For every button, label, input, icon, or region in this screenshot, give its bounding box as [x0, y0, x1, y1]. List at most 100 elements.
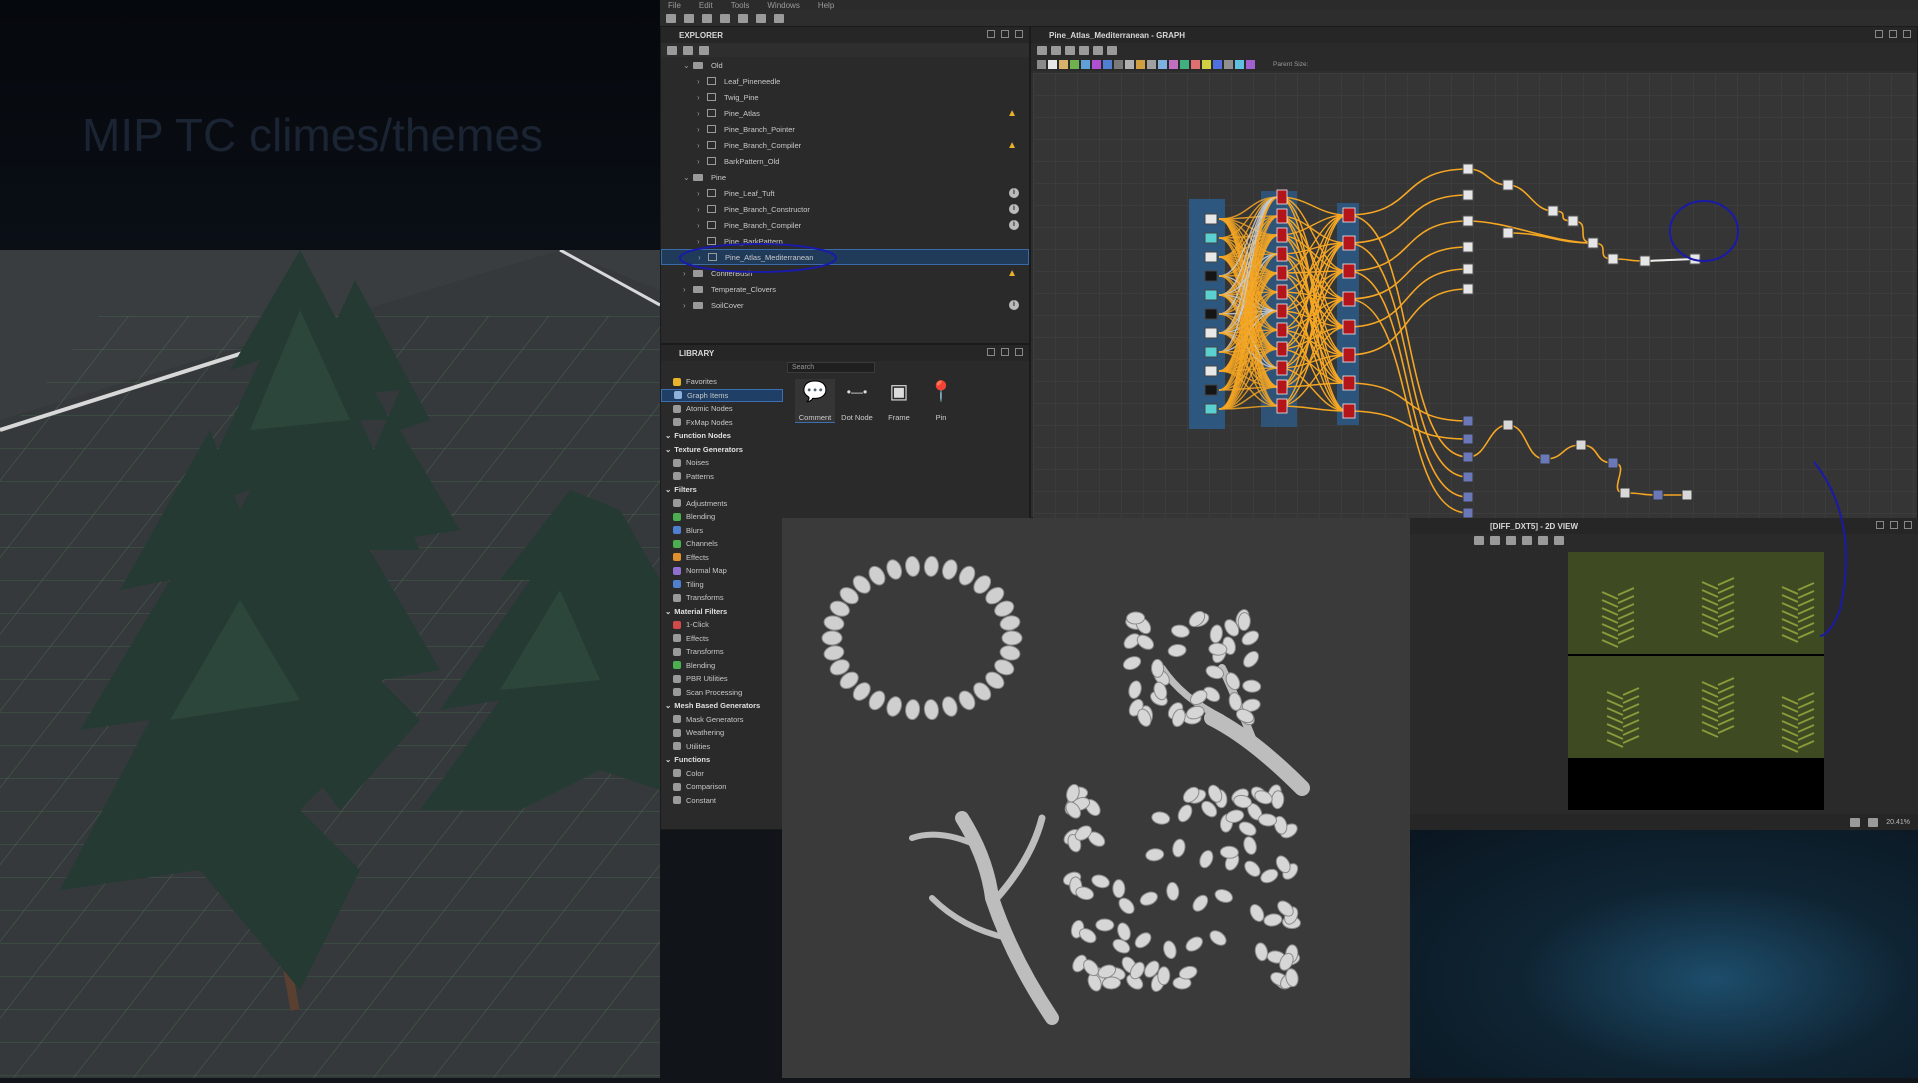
node-type-icon[interactable]	[1103, 59, 1112, 69]
library-category[interactable]: Favorites	[661, 375, 783, 389]
channels-icon[interactable]	[1522, 536, 1532, 545]
maximize-panel-icon[interactable]	[1890, 521, 1898, 529]
save-package-icon[interactable]	[699, 45, 709, 55]
chevron-down-icon[interactable]: ⌄	[665, 701, 671, 710]
explorer-row[interactable]: › Pine_BarkPattern	[661, 233, 1029, 249]
library-category[interactable]: Utilities	[661, 740, 783, 754]
chevron-down-icon[interactable]: ⌄	[665, 445, 671, 454]
chevron-right-icon[interactable]: ›	[683, 285, 693, 294]
library-category[interactable]: Color	[661, 767, 783, 781]
library-category[interactable]: ⌄ Mesh Based Generators	[661, 699, 783, 713]
library-category[interactable]: Effects	[661, 632, 783, 646]
explorer-row[interactable]: › Pine_Atlas_Mediterranean	[661, 249, 1029, 265]
explorer-row[interactable]: › Pine_Branch_Constructor i	[661, 201, 1029, 217]
close-panel-icon[interactable]	[1015, 30, 1023, 38]
chevron-right-icon[interactable]: ›	[697, 77, 707, 86]
tiling-icon[interactable]	[1868, 817, 1879, 827]
library-category[interactable]: 1-Click	[661, 618, 783, 632]
explorer-row[interactable]: ⌄ Old	[661, 57, 1029, 73]
library-category[interactable]: Normal Map	[661, 564, 783, 578]
library-category[interactable]: FxMap Nodes	[661, 416, 783, 430]
3d-viewport[interactable]	[0, 250, 660, 1078]
library-category[interactable]: Blending	[661, 659, 783, 673]
chevron-right-icon[interactable]: ›	[683, 301, 693, 310]
pin-panel-icon[interactable]	[1875, 30, 1883, 38]
menu-windows[interactable]: Windows	[767, 1, 799, 10]
chevron-down-icon[interactable]: ⌄	[683, 173, 693, 182]
histogram-icon[interactable]	[1554, 536, 1564, 545]
copy-icon[interactable]	[1474, 536, 1484, 545]
library-category[interactable]: Comparison	[661, 780, 783, 794]
library-category[interactable]: Channels	[661, 537, 783, 551]
chevron-right-icon[interactable]: ›	[697, 109, 707, 118]
node-type-icon[interactable]	[1037, 59, 1046, 69]
undo-icon[interactable]	[756, 13, 766, 23]
library-category[interactable]: ⌄ Functions	[661, 753, 783, 767]
pin-panel-icon[interactable]	[1876, 521, 1884, 529]
align-icon[interactable]	[1079, 45, 1089, 55]
node-type-icon[interactable]	[1136, 59, 1145, 69]
chevron-right-icon[interactable]: ›	[697, 125, 707, 134]
explorer-row[interactable]: › Pine_Leaf_Tuft i	[661, 185, 1029, 201]
chevron-right-icon[interactable]: ›	[683, 269, 693, 278]
chevron-down-icon[interactable]: ⌄	[665, 485, 671, 494]
maximize-panel-icon[interactable]	[1001, 348, 1009, 356]
chevron-right-icon[interactable]: ›	[698, 253, 708, 262]
library-category[interactable]: Weathering	[661, 726, 783, 740]
explorer-row[interactable]: › Pine_Branch_Compiler ▲	[661, 137, 1029, 153]
menu-tools[interactable]: Tools	[731, 1, 750, 10]
open-icon[interactable]	[720, 13, 730, 23]
new-package-icon[interactable]	[667, 45, 677, 55]
chevron-down-icon[interactable]: ⌄	[683, 61, 693, 70]
close-panel-icon[interactable]	[1903, 30, 1911, 38]
explorer-row[interactable]: › ConiferBush ▲	[661, 265, 1029, 281]
library-item[interactable]: •—• Dot Node	[837, 379, 877, 422]
chevron-right-icon[interactable]: ›	[697, 237, 707, 246]
export-icon[interactable]	[1506, 536, 1516, 545]
node-type-icon[interactable]	[1125, 59, 1134, 69]
chevron-right-icon[interactable]: ›	[697, 93, 707, 102]
library-item[interactable]: ▣ Frame	[879, 379, 919, 422]
node-type-icon[interactable]	[1191, 59, 1200, 69]
library-category[interactable]: Blending	[661, 510, 783, 524]
link-icon[interactable]	[1093, 45, 1103, 55]
maximize-panel-icon[interactable]	[1889, 30, 1897, 38]
new-package-icon[interactable]	[684, 13, 694, 23]
node-type-icon[interactable]	[1202, 59, 1211, 69]
node-type-icon[interactable]	[1081, 59, 1090, 69]
node-type-icon[interactable]	[1092, 59, 1101, 69]
chevron-right-icon[interactable]: ›	[697, 205, 707, 214]
explorer-row[interactable]: › Pine_Branch_Compiler i	[661, 217, 1029, 233]
library-category[interactable]: PBR Utilities	[661, 672, 783, 686]
maximize-panel-icon[interactable]	[1001, 30, 1009, 38]
import-icon[interactable]	[702, 13, 712, 23]
node-type-icon[interactable]	[1114, 59, 1123, 69]
chevron-down-icon[interactable]: ⌄	[665, 607, 671, 616]
float-panel-icon[interactable]	[987, 30, 995, 38]
menu-file[interactable]: File	[668, 1, 681, 10]
node-type-icon[interactable]	[1235, 59, 1244, 69]
float-panel-icon[interactable]	[987, 348, 995, 356]
library-category[interactable]: Transforms	[661, 591, 783, 605]
library-category[interactable]: Tiling	[661, 578, 783, 592]
info-icon[interactable]	[1538, 536, 1548, 545]
library-category[interactable]: Transforms	[661, 645, 783, 659]
library-category[interactable]: ⌄ Function Nodes	[661, 429, 783, 443]
node-type-icon[interactable]	[1246, 59, 1255, 69]
chevron-right-icon[interactable]: ›	[697, 189, 707, 198]
node-type-icon[interactable]	[1059, 59, 1068, 69]
node-type-icon[interactable]	[1180, 59, 1189, 69]
node-type-icon[interactable]	[1048, 59, 1057, 69]
library-category[interactable]: ⌄ Filters	[661, 483, 783, 497]
explorer-row[interactable]: › BarkPattern_Old	[661, 153, 1029, 169]
node-type-icon[interactable]	[1224, 59, 1233, 69]
node-type-icon[interactable]	[1158, 59, 1167, 69]
graph-canvas[interactable]	[1033, 73, 1917, 519]
chevron-right-icon[interactable]: ›	[697, 141, 707, 150]
zoom-level[interactable]: 20.41%	[1886, 819, 1910, 826]
new-graph-icon[interactable]	[666, 13, 676, 23]
library-category[interactable]: Scan Processing	[661, 686, 783, 700]
library-category[interactable]: Noises	[661, 456, 783, 470]
save-icon[interactable]	[738, 13, 748, 23]
close-panel-icon[interactable]	[1904, 521, 1912, 529]
